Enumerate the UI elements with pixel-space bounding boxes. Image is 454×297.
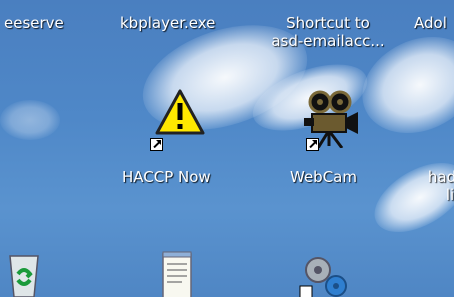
label-line-1: Shortcut to [286, 14, 370, 32]
label-line-2: li [445, 186, 454, 204]
desktop-icon-label-adol[interactable]: Adol [414, 14, 447, 32]
notepad-icon[interactable] [160, 250, 194, 297]
desktop-icon-label-webcam: WebCam [290, 168, 357, 186]
warning-icon [155, 89, 205, 135]
desktop-icon-label-haccp: HACCP Now [122, 168, 211, 186]
shortcut-arrow-icon [306, 138, 319, 151]
desktop-icon-label-eeserve[interactable]: eeserve [4, 14, 64, 32]
desktop-icon-webcam[interactable]: WebCam [280, 88, 390, 198]
desktop-area[interactable]: eeserve kbplayer.exe Shortcut to asd-ema… [0, 0, 454, 297]
desktop-icon-partial-right[interactable]: had li [418, 168, 454, 204]
desktop-icon-haccp-now[interactable]: HACCP Now [110, 88, 250, 198]
settings-gears-icon[interactable] [298, 252, 348, 297]
recycle-bin-icon[interactable] [4, 252, 44, 297]
label-line-1: had [427, 168, 454, 186]
desktop-icon-label-kbplayer[interactable]: kbplayer.exe [120, 14, 215, 32]
desktop-icon-label-shortcut-asd[interactable]: Shortcut to asd-emailacc... [268, 14, 388, 50]
shortcut-arrow-icon [150, 138, 163, 151]
cloud [0, 100, 60, 140]
label-line-2: asd-emailacc... [271, 32, 385, 50]
